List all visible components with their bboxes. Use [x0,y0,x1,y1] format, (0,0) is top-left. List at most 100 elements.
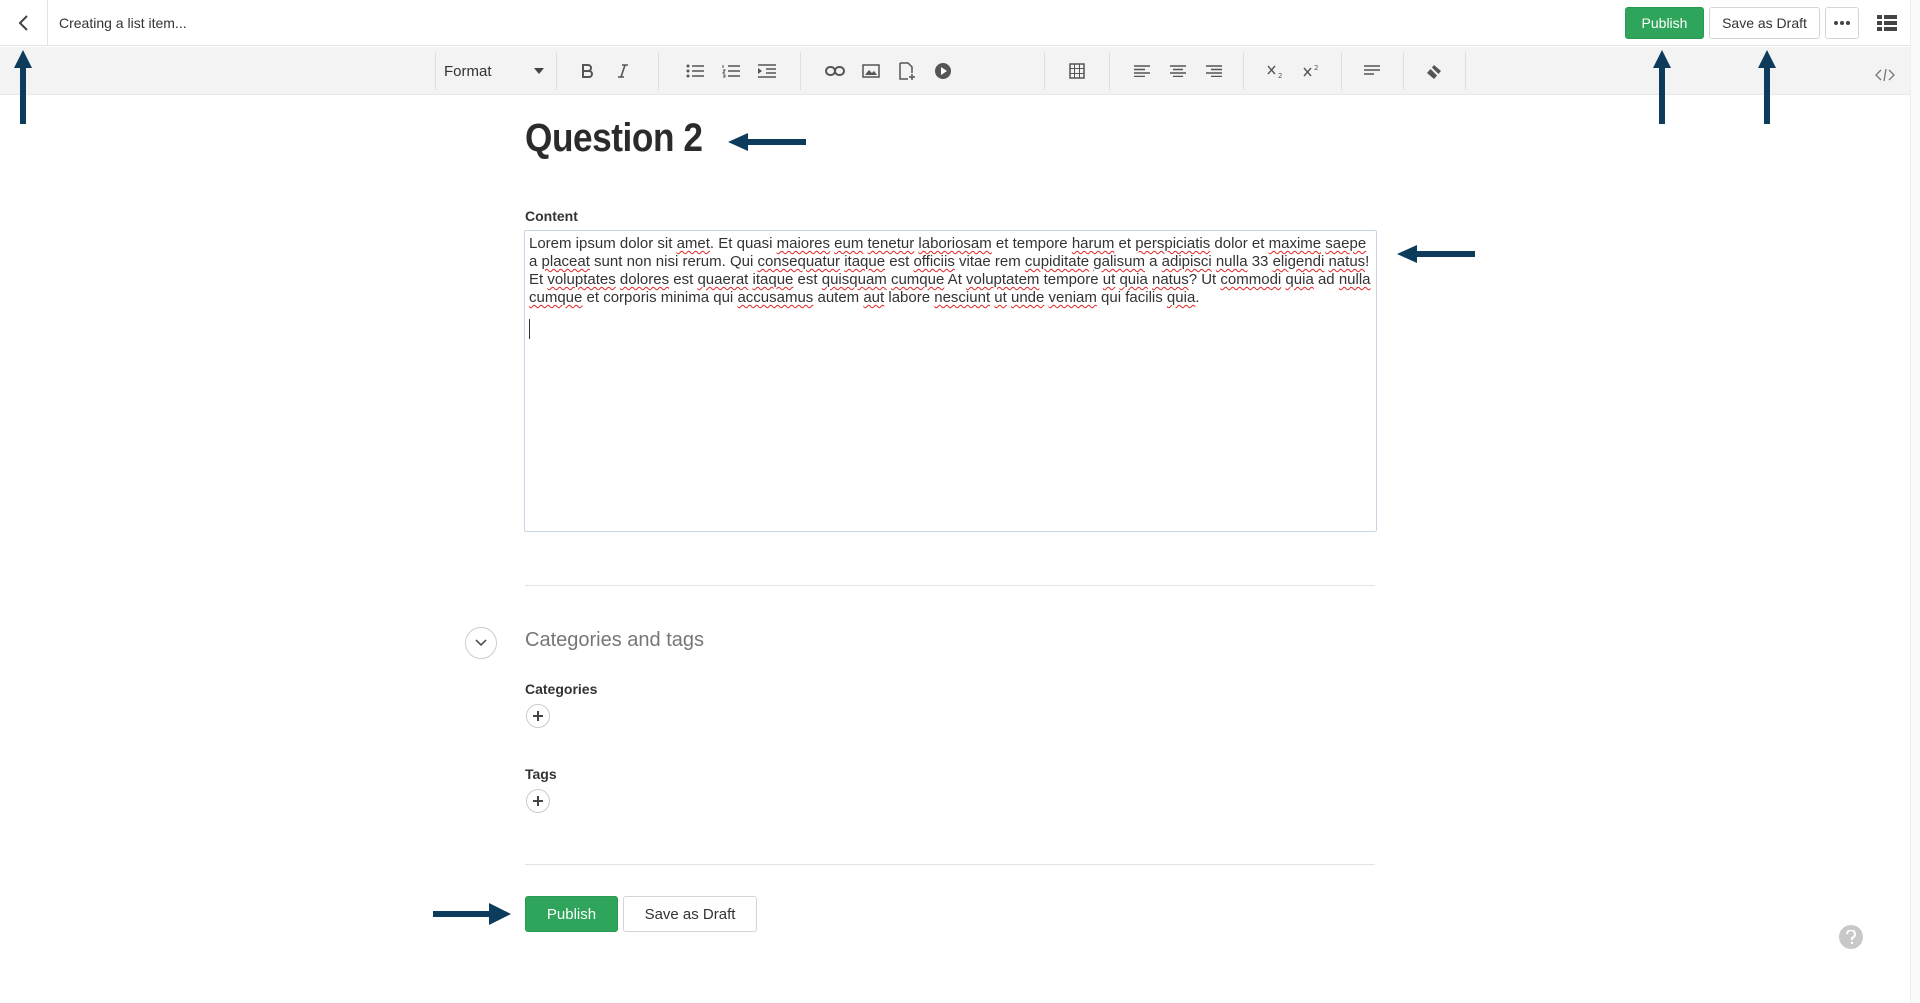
spellcheck-word: aut [863,289,885,306]
help-button[interactable] [1839,925,1863,949]
content-text-run: 33 [1247,253,1273,270]
spellcheck-word: saepe [1325,235,1367,252]
clear-format-button[interactable] [1416,55,1452,87]
paragraph-icon [1364,65,1380,75]
spellcheck-word: quia [1285,271,1314,288]
spellcheck-word: perspiciatis [1135,235,1211,252]
spellcheck-word: eligendi [1272,253,1325,270]
content-text-run: est [669,271,698,288]
divider [525,864,1375,865]
divider [525,585,1375,586]
publish-button[interactable]: Publish [1625,7,1704,39]
content-text-run: et [1114,235,1136,252]
content-text-run: sunt non nisi rerum. Qui [589,253,758,270]
publish-button-bottom[interactable]: Publish [525,896,618,932]
spellcheck-word: itaque [844,253,886,270]
document-status: Creating a list item... [59,15,187,31]
image-button[interactable] [853,55,889,87]
content-text-run: ad [1313,271,1339,288]
spellcheck-word: placeat [541,253,590,270]
align-center-button[interactable] [1160,55,1196,87]
text-cursor [529,319,530,339]
spellcheck-word: commodi [1220,271,1282,288]
spellcheck-word: quia [1166,289,1196,306]
content-editor[interactable]: Lorem ipsum dolor sit amet. Et quasi mai… [524,230,1377,532]
content-text-run: At [944,271,967,288]
file-button[interactable] [889,55,925,87]
table-icon [1069,63,1085,79]
content-text: Lorem ipsum dolor sit amet. Et quasi mai… [529,235,1372,307]
image-icon [862,64,880,78]
subscript-icon: 2 [1267,65,1282,78]
spellcheck-word: quaerat [697,271,749,288]
spellcheck-word: adipisci [1161,253,1212,270]
italic-icon [618,64,628,78]
content-label: Content [525,208,578,224]
align-right-button[interactable] [1196,55,1232,87]
numbered-list-icon [722,65,740,78]
collapse-section-button[interactable] [465,627,497,659]
list-icon [1877,15,1897,31]
superscript-icon: 2 [1303,64,1318,77]
spellcheck-word: nesciunt [934,289,991,306]
eraser-icon [1427,64,1441,79]
spellcheck-word: maxime [1268,235,1322,252]
align-right-icon [1206,65,1222,77]
bold-button[interactable] [569,55,605,87]
list-view-button[interactable] [1872,8,1902,38]
spellcheck-word: quia [1119,271,1148,288]
spellcheck-word: amet [676,235,710,252]
link-icon [825,66,845,76]
align-left-button[interactable] [1124,55,1160,87]
numbered-list-button[interactable] [713,55,749,87]
question-icon [1846,930,1856,944]
content-text-run: et corporis minima qui [582,289,738,306]
align-center-icon [1170,65,1186,77]
save-draft-button[interactable]: Save as Draft [1709,7,1820,39]
caret-down-icon [534,68,544,74]
spellcheck-word: ut [994,289,1007,306]
subscript-button[interactable]: 2 [1258,55,1294,87]
back-button[interactable] [0,0,48,46]
scrollbar[interactable] [1910,0,1920,1003]
spellcheck-word: cumque [529,289,583,306]
bold-icon [582,64,593,78]
table-button[interactable] [1059,55,1095,87]
spellcheck-word: cumque [890,271,945,288]
content-text-run: vitae rem [954,253,1025,270]
code-icon [1875,68,1895,82]
annotation-arrow-up-icon [1653,50,1671,124]
spellcheck-word: eum [834,235,864,252]
more-options-button[interactable] [1825,7,1859,39]
paragraph-button[interactable] [1354,55,1390,87]
indent-icon [758,64,776,78]
spellcheck-word: nulla [1338,271,1371,288]
spellcheck-word: natus [1152,271,1189,288]
content-text-run: dolor et [1210,235,1269,252]
content-text-run: tempore [1039,271,1103,288]
indent-button[interactable] [749,55,785,87]
spellcheck-word: itaque [752,271,794,288]
add-tag-button[interactable] [526,789,550,813]
spellcheck-word: harum [1071,235,1115,252]
more-dots-icon [1834,21,1850,25]
add-category-button[interactable] [526,704,550,728]
content-text-run: et tempore [991,235,1072,252]
spellcheck-word: cupiditate [1024,253,1090,270]
save-draft-button-bottom[interactable]: Save as Draft [623,896,757,932]
format-dropdown[interactable]: Format [435,52,557,90]
content-text-run: a [1144,253,1162,270]
section-title: Categories and tags [525,629,705,651]
link-button[interactable] [817,55,853,87]
play-icon [935,63,951,79]
bullet-list-button[interactable] [677,55,713,87]
content-text-run: a [529,253,542,270]
italic-button[interactable] [605,55,641,87]
spellcheck-word: voluptates [547,271,616,288]
spellcheck-word: laboriosam [918,235,992,252]
superscript-button[interactable]: 2 [1294,55,1330,87]
page-title[interactable]: Question 2 [525,116,703,161]
video-button[interactable] [925,55,961,87]
code-view-button[interactable] [1870,60,1900,90]
content-text-run: est [793,271,822,288]
